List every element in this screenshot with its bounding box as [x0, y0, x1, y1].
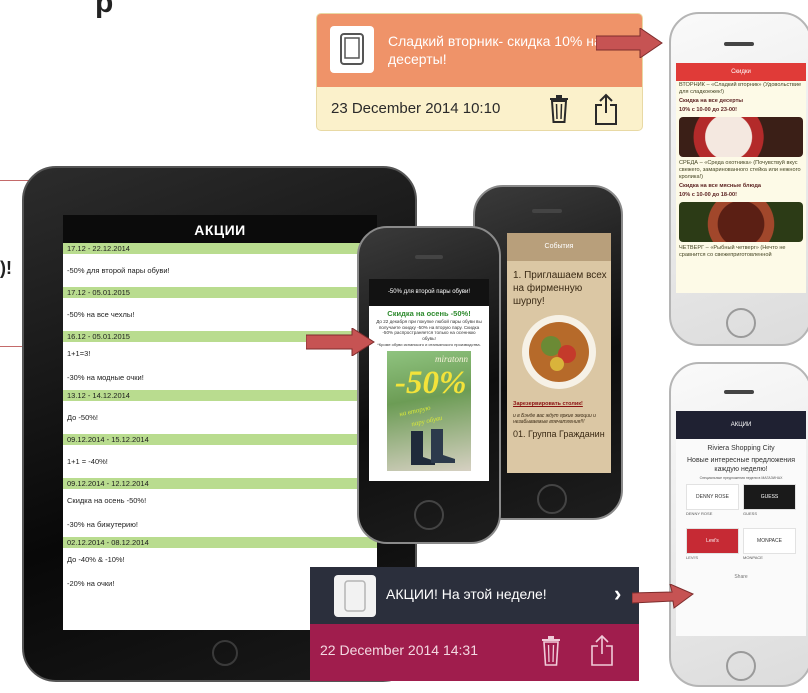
promo-banner-image: miratonn -50% на вторую пару обуви [387, 351, 471, 471]
arrow-right-icon [306, 328, 375, 356]
notification-message-row[interactable]: Сладкий вторник- скидка 10% на десерты! [317, 14, 642, 87]
arrow-right-icon [632, 584, 694, 609]
promo-title: Скидка на осень -50%! [387, 309, 471, 318]
notification-datetime: 23 December 2014 10:10 [331, 100, 501, 117]
soup-image [522, 315, 596, 389]
steak-image [679, 202, 803, 242]
boots-image [411, 429, 455, 465]
store-tile[interactable]: DENNY ROSE DENNY ROSE [686, 484, 739, 524]
notification-message-row[interactable]: АКЦИИ! На этой неделе! › [310, 567, 639, 624]
promo-item[interactable]: Скидка на осень -50%! [63, 489, 377, 513]
store-tile[interactable]: MONPACE MONPACE [743, 528, 796, 568]
promo-item[interactable]: 1+1 = -40%! [63, 445, 377, 478]
promo-date-row: 17.12 - 05.01.2015 [63, 287, 377, 298]
store-name: GUESS [743, 511, 758, 516]
notification-datetime: 22 December 2014 14:31 [320, 642, 478, 658]
ipad-header: АКЦИИ [63, 215, 377, 243]
speaker [532, 209, 562, 213]
notification-card-top[interactable]: Сладкий вторник- скидка 10% на десерты! … [316, 13, 643, 131]
banner-discount: -50% [395, 365, 467, 401]
store-logo: GUESS [743, 484, 796, 510]
mall-headline: Новые интересные предложения каждую неде… [687, 457, 795, 473]
mall-screen: АКЦИИ Riviera Shopping City Новые интере… [676, 411, 806, 636]
store-tile[interactable]: Levi's LEVI'S [686, 528, 739, 568]
share-icon[interactable] [590, 634, 614, 671]
events-screen: События 1. Приглашаем всех на фирменную … [507, 233, 611, 473]
discount-line: 10% с 10-00 до 23-00! [679, 107, 737, 113]
promo-body: До 22 декабря при покупке любой пары обу… [376, 319, 482, 341]
promo-date-row: 02.12.2014 - 08.12.2014 [63, 537, 377, 548]
arrow-right-icon [596, 28, 663, 58]
mall-header: АКЦИИ [676, 411, 806, 439]
home-button[interactable] [726, 308, 756, 338]
discounts-block-tuesday: ВТОРНИК – «Сладкий вторник» (Удовольстви… [676, 81, 806, 115]
store-logo: MONPACE [743, 528, 796, 554]
events-header: События [507, 233, 611, 261]
trash-icon[interactable] [541, 636, 561, 671]
phone-icon [334, 575, 376, 617]
phone-icon [330, 26, 374, 73]
store-logo: Levi's [686, 528, 739, 554]
notification-footer: 22 December 2014 14:31 [310, 624, 639, 681]
speaker [724, 42, 754, 46]
promotions-list: 17.12 - 22.12.2014 -50% для второй пары о… [63, 243, 377, 596]
reserve-table-link[interactable]: Зарезервировать столик! [507, 397, 611, 411]
discount-line: СРЕДА – «Среда охотника» (Почувствуй вку… [679, 160, 801, 180]
brand-logo: miratonn [434, 354, 468, 364]
dessert-image [679, 117, 803, 157]
notification-text: Сладкий вторник- скидка 10% на десерты! [388, 33, 602, 67]
home-button[interactable] [414, 500, 444, 530]
share-button[interactable]: Share [676, 574, 806, 580]
discount-line: ЧЕТВЕРГ – «Рыбный четверг» (Нечто не сра… [679, 245, 786, 258]
promo-note: *Кроме обуви испанского и итальянского п… [377, 342, 481, 347]
store-name: LEVI'S [686, 555, 699, 560]
discount-line: Скидка на все мясные блюда [679, 183, 761, 189]
mall-name: Riviera Shopping City [707, 445, 775, 452]
promo-item[interactable]: -50% на все чехлы! [63, 298, 377, 331]
store-grid: DENNY ROSE DENNY ROSE GUESS GUESS Levi's… [676, 480, 806, 572]
home-button[interactable] [212, 640, 238, 666]
event-description: и в Бэнде вас ждут яркие эмоции и незабы… [513, 413, 596, 425]
store-name: DENNY ROSE [686, 511, 713, 516]
notification-text: АКЦИИ! На этой неделе! [386, 586, 547, 602]
chevron-right-icon[interactable]: › [614, 581, 621, 607]
event-title: 1. Приглашаем всех на фирменную шурпу! [513, 270, 607, 307]
discounts-screen: Скидки ВТОРНИК – «Сладкий вторник» (Удов… [676, 63, 806, 293]
speaker [415, 255, 443, 259]
discount-line: 10% с 10-00 до 18-00! [679, 192, 737, 198]
promo-item[interactable]: -50% для второй пары обуви! [63, 254, 377, 287]
discounts-block-thursday: ЧЕТВЕРГ – «Рыбный четверг» (Нечто не сра… [676, 244, 806, 260]
home-button[interactable] [726, 651, 756, 681]
share-icon[interactable] [594, 93, 618, 130]
promo-date-row: 13.12 - 14.12.2014 [63, 390, 377, 401]
promo-date-row: 09.12.2014 - 12.12.2014 [63, 478, 377, 489]
promo-header: -50% для второй пары обуви! [369, 279, 489, 306]
event-title-2: 01. Группа Гражданин [513, 429, 605, 439]
store-name: MONPACE [743, 555, 763, 560]
promo-screen: -50% для второй пары обуви! Скидка на ос… [369, 279, 489, 481]
store-logo: DENNY ROSE [686, 484, 739, 510]
side-label-fragment: )! [0, 258, 12, 278]
store-tile[interactable]: GUESS GUESS [743, 484, 796, 524]
promo-item[interactable]: -30% на модные очки! [63, 366, 377, 390]
notification-card-bottom[interactable]: АКЦИИ! На этой неделе! › 22 December 201… [310, 567, 639, 681]
discount-line: ВТОРНИК – «Сладкий вторник» (Удовольстви… [679, 82, 802, 95]
notification-footer: 23 December 2014 10:10 [317, 87, 642, 130]
home-button[interactable] [537, 484, 567, 514]
page-title-fragment: p [95, 0, 114, 19]
discounts-block-wednesday: СРЕДА – «Среда охотника» (Почувствуй вку… [676, 159, 806, 200]
discounts-header: Скидки [676, 63, 806, 81]
promo-date-row: 09.12.2014 - 15.12.2014 [63, 434, 377, 445]
trash-icon[interactable] [549, 95, 569, 128]
promo-item[interactable]: До -50%! [63, 401, 377, 434]
promo-item[interactable]: -30% на бижутерию! [63, 513, 377, 537]
promo-date-row: 17.12 - 22.12.2014 [63, 243, 377, 254]
discount-line: Скидка на все десерты [679, 98, 744, 104]
speaker [724, 390, 754, 394]
